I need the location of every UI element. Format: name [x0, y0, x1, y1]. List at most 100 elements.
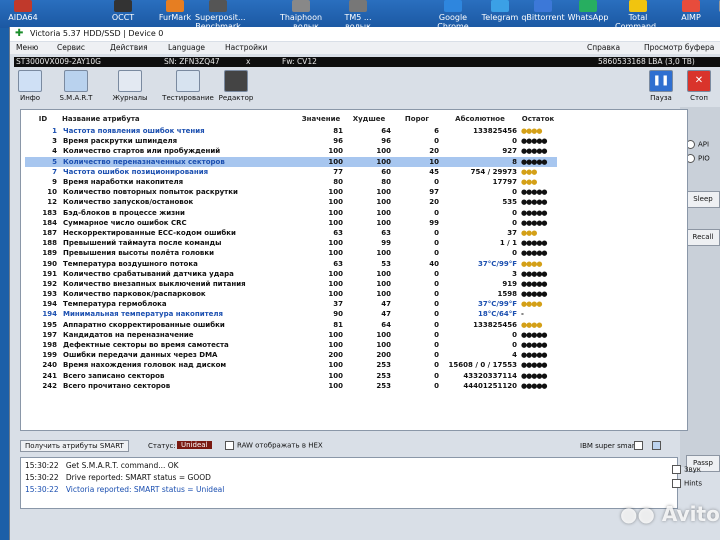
pio-label: PIO [698, 154, 710, 163]
cell-absolute: 44401251120 [463, 381, 517, 390]
table-row[interactable]: 188 Превышений таймаута после команды 100 9… [25, 238, 557, 248]
cell-absolute: 18°C/64°F [478, 310, 517, 319]
table-row[interactable]: 191 Количество срабатываний датчика удара… [25, 269, 557, 279]
table-row[interactable]: 192 Количество внезапных выключений питан… [25, 279, 557, 289]
sleep-button[interactable]: Sleep [686, 191, 720, 208]
cell-name: Количество стартов или пробуждений [63, 147, 221, 156]
cell-absolute: 1598 [497, 290, 517, 299]
table-row[interactable]: 241 Всего записано секторов 100 253 0 4332033… [25, 371, 557, 381]
desktop-icon[interactable]: P [705, 0, 720, 22]
desktop-icon[interactable]: Telegram [477, 0, 523, 22]
menu-item-actions[interactable]: Действия [110, 43, 148, 52]
cell-name: Минимальная температура накопителя [63, 310, 224, 319]
desktop-icon[interactable]: FurMark [152, 0, 198, 22]
pause-button[interactable]: ❚❚ Пауза [646, 70, 676, 102]
cell-id: 195 [42, 320, 57, 329]
table-row[interactable]: 190 Температура воздушного потока 63 53 40 37… [25, 258, 557, 268]
pio-radio[interactable]: PIO [686, 154, 710, 163]
menu-item-service[interactable]: Сервис [57, 43, 85, 52]
tab-editor-label: Редактор [218, 94, 254, 102]
raw-hex-label: RAW отображать в HEX [237, 441, 323, 450]
cell-name: Превышений таймаута после команды [63, 239, 222, 248]
cell-remaining: - [521, 310, 524, 319]
header-worst: Худшее [352, 115, 386, 123]
cell-value: 100 [328, 269, 343, 278]
cell-name: Время нахождения головок над диском [63, 361, 227, 370]
tab-info[interactable]: Инфо [10, 70, 50, 102]
smart-icon [64, 70, 88, 92]
drive-close-x[interactable]: x [246, 57, 250, 66]
table-row[interactable]: 183 Бэд-блоков в процессе жизни 100 100 0 0 ●●… [25, 208, 557, 218]
table-row[interactable]: 194 Температура гермоблока 37 47 0 37°C/99°F ●… [25, 299, 557, 309]
cell-name: Количество запусков/остановок [63, 198, 194, 207]
cell-name: Бэд-блоков в процессе жизни [63, 208, 185, 217]
cell-absolute: 754 / 29973 [470, 167, 517, 176]
ibm-extra-checkbox[interactable] [652, 441, 664, 450]
cell-threshold: 0 [434, 351, 439, 360]
desktop-icon[interactable]: OCCT [100, 0, 146, 22]
status-badge: Unideal [177, 441, 212, 449]
table-row[interactable]: 1 Частота появления ошибок чтения 81 64 6 133… [25, 126, 557, 136]
avito-watermark-text: Avito [661, 502, 720, 526]
table-row[interactable]: 187 Нескорректированные ECC-кодом ошибки 6… [25, 228, 557, 238]
tab-testing[interactable]: Тестирование [162, 70, 214, 102]
cell-threshold: 0 [434, 290, 439, 299]
table-row[interactable]: 9 Время наработки накопителя 80 80 0 17797 ●●● [25, 177, 557, 187]
header-threshold: Порог [404, 115, 430, 123]
tab-smart[interactable]: S.M.A.R.T [56, 70, 96, 102]
desktop-icon[interactable]: WhatsApp [565, 0, 611, 22]
table-row[interactable]: 199 Ошибки передачи данных через DMA 200 20… [25, 350, 557, 360]
table-row[interactable]: 184 Суммарное число ошибок CRC 100 100 99 0 ●●… [25, 218, 557, 228]
cell-id: 242 [42, 381, 57, 390]
tab-smart-label: S.M.A.R.T [59, 94, 93, 102]
cell-value: 100 [328, 147, 343, 156]
drive-info-bar: ST3000VX009-2AY10G SN: ZFN3ZQ47 x Fw: CV… [14, 57, 720, 67]
cell-id: 189 [42, 249, 57, 258]
desktop-icon[interactable]: qBittorrent [520, 0, 566, 22]
menu-item-help[interactable]: Справка [587, 43, 620, 52]
table-row[interactable]: 240 Время нахождения головок над диском 10… [25, 360, 557, 370]
victoria-window: ✚ Victoria 5.37 HDD/SSD | Device 0 Меню … [9, 27, 720, 540]
cell-worst: 253 [376, 381, 391, 390]
cell-remaining: ●●●●● [521, 279, 548, 288]
menu-item-language[interactable]: Language [168, 43, 205, 52]
table-row[interactable]: 10 Количество повторных попыток раскрутки… [25, 187, 557, 197]
desktop-icon[interactable]: AIDA64 [0, 0, 46, 22]
cell-value: 81 [333, 127, 343, 136]
menu-item-menu[interactable]: Меню [16, 43, 38, 52]
cell-remaining: ●●●● [521, 259, 542, 268]
table-row[interactable]: 3 Время раскрутки шпинделя 96 96 0 0 ●●●●● [25, 136, 557, 146]
cell-absolute: 3 [512, 269, 517, 278]
table-row[interactable]: 4 Количество стартов или пробуждений 100 10… [25, 146, 557, 156]
cell-name: Частота ошибок позиционирования [63, 167, 209, 176]
cell-absolute: 133825456 [473, 320, 517, 329]
api-radio[interactable]: API [686, 140, 709, 149]
tab-logs[interactable]: Журналы [110, 70, 150, 102]
table-row[interactable]: 198 Дефектные секторы во время самотеста 1… [25, 340, 557, 350]
table-row[interactable]: 194 Минимальная температура накопителя 90 4… [25, 309, 557, 319]
log-panel: 15:30:22 Get S.M.A.R.T. command... OK 15… [20, 457, 678, 509]
table-row[interactable]: 189 Превышения высоты полёта головки 100 10… [25, 248, 557, 258]
menu-item-clipboard[interactable]: Просмотр буфера [644, 43, 714, 52]
cell-remaining: ●●●●● [519, 156, 557, 167]
hints-checkbox[interactable]: Hints [672, 479, 702, 488]
cell-remaining: ●●●●● [521, 361, 548, 370]
get-smart-button[interactable]: Получить атрибуты SMART [20, 440, 129, 452]
table-row[interactable]: 7 Частота ошибок позиционирования 77 60 45 75… [25, 167, 557, 177]
table-row[interactable]: 12 Количество запусков/остановок 100 100 20 5… [25, 197, 557, 207]
raw-hex-checkbox[interactable]: RAW отображать в HEX [225, 441, 323, 450]
desktop-app-icon [292, 0, 310, 12]
table-row[interactable]: 242 Всего прочитано секторов 100 253 0 444012… [25, 381, 557, 391]
stop-button[interactable]: ✕ Стоп [684, 70, 714, 102]
table-row[interactable]: 197 Кандидатов на переназначение 100 100 0 0 ●… [25, 330, 557, 340]
tab-editor[interactable]: Редактор [216, 70, 256, 102]
cell-absolute: 133825456 [473, 127, 517, 136]
menu-item-settings[interactable]: Настройки [225, 43, 267, 52]
sound-checkbox[interactable]: Звук [672, 465, 701, 474]
table-row[interactable]: 195 Аппаратно скорректированные ошибки 81 6… [25, 320, 557, 330]
cell-threshold: 0 [434, 239, 439, 248]
table-row[interactable]: 193 Количество парковок/распарковок 100 100… [25, 289, 557, 299]
table-row[interactable]: 5 Количество переназначенных секторов 100 1… [25, 156, 557, 167]
recall-button[interactable]: Recall [686, 229, 720, 246]
ibm-super-smart-checkbox[interactable] [634, 441, 646, 450]
